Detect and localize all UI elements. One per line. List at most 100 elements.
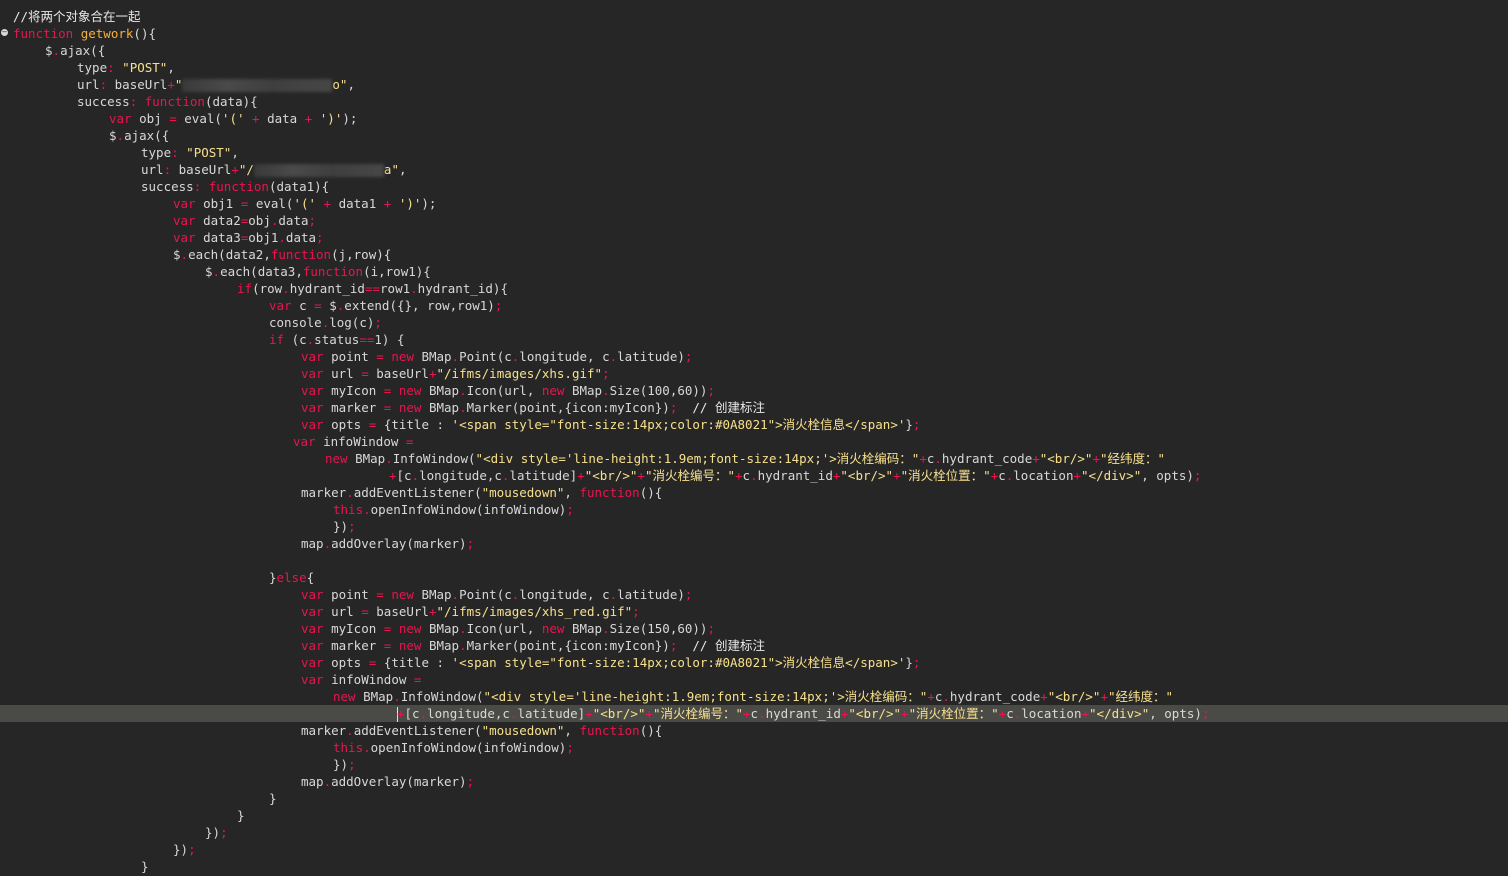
code-line[interactable]: success: function(data1){ <box>13 178 1508 195</box>
code-line[interactable]: var c = $.extend({}, row,row1); <box>13 297 1508 314</box>
code-line[interactable]: url: baseUrl+" o", <box>13 76 1508 93</box>
code-line[interactable]: var point = new BMap.Point(c.longitude, … <box>13 586 1508 603</box>
code-line[interactable]: var point = new BMap.Point(c.longitude, … <box>13 348 1508 365</box>
code-line[interactable]: }); <box>13 841 1508 858</box>
code-line[interactable]: var infoWindow = <box>13 433 1508 450</box>
code-token: "/ifms/images/xhs_red.gif" <box>436 604 633 619</box>
code-line[interactable]: $.ajax({ <box>13 42 1508 59</box>
code-token: //将两个对象合在一起 <box>13 9 141 24</box>
code-token: (){ <box>133 26 156 41</box>
code-line[interactable]: $.ajax({ <box>13 127 1508 144</box>
code-line[interactable]: if(row.hydrant_id==row1.hydrant_id){ <box>13 280 1508 297</box>
code-line[interactable]: type: "POST", <box>13 144 1508 161</box>
code-token: hydrant_id <box>289 281 365 296</box>
code-line[interactable]: var obj = eval('(' + data + ')'); <box>13 110 1508 127</box>
code-token: = <box>368 655 384 670</box>
code-token: ; <box>912 417 921 432</box>
code-token: var <box>173 196 204 211</box>
code-line[interactable]: var myIcon = new BMap.Icon(url, new BMap… <box>13 620 1508 637</box>
code-token: ; <box>316 230 324 245</box>
code-line[interactable]: this.openInfoWindow(infoWindow); <box>13 739 1508 756</box>
code-line[interactable]: +[c.longitude,c.latitude]+"<br/>"+"消火栓编号… <box>13 467 1508 484</box>
code-token: obj <box>248 213 271 228</box>
code-line[interactable]: console.log(c); <box>13 314 1508 331</box>
code-token: hydrant_id){ <box>417 281 508 296</box>
code-line[interactable]: var opts = {title : '<span style="font-s… <box>13 654 1508 671</box>
code-token: . <box>393 689 401 704</box>
code-token: '<span style="font-size:14px;color:#0A80… <box>451 417 906 432</box>
code-line[interactable]: var data2=obj.data; <box>13 212 1508 229</box>
code-line[interactable]: type: "POST", <box>13 59 1508 76</box>
code-line[interactable]: map.addOverlay(marker); <box>13 535 1508 552</box>
code-token: + <box>1081 706 1090 721</box>
code-line[interactable]: var myIcon = new BMap.Icon(url, new BMap… <box>13 382 1508 399</box>
code-line[interactable]: }else{ <box>13 569 1508 586</box>
code-token: a" <box>383 162 399 177</box>
code-line[interactable]: $.each(data2,function(j,row){ <box>13 246 1508 263</box>
code-token: "/ <box>238 162 254 177</box>
code-token: new <box>398 400 429 415</box>
code-line[interactable]: var opts = {title : '<span style="font-s… <box>13 416 1508 433</box>
code-line[interactable]: var obj1 = eval('(' + data1 + ')'); <box>13 195 1508 212</box>
code-token: longitude, c <box>519 587 610 602</box>
code-line[interactable]: var url = baseUrl+"/ifms/images/xhs.gif"… <box>13 365 1508 382</box>
code-token: (row <box>252 281 283 296</box>
code-token: infoWindow <box>323 434 406 449</box>
code-token: . <box>410 281 418 296</box>
code-token: } <box>141 859 149 874</box>
code-area[interactable]: //将两个对象合在一起 function getwork(){$.ajax({ty… <box>0 8 1508 875</box>
code-line[interactable]: success: function(data){ <box>13 93 1508 110</box>
code-line[interactable]: if (c.status==1) { <box>13 331 1508 348</box>
code-token: . <box>451 587 460 602</box>
code-token: ; <box>348 757 356 772</box>
code-line[interactable]: url: baseUrl+"/ a", <box>13 161 1508 178</box>
code-token: baseUrl <box>376 604 429 619</box>
code-token: (data){ <box>204 94 258 109</box>
code-token: : <box>129 94 145 109</box>
code-line-current[interactable]: +[c.longitude,c.latitude]+"<br/>"+"消火栓编号… <box>0 705 1508 722</box>
code-line[interactable]: var marker = new BMap.Marker(point,{icon… <box>13 637 1508 654</box>
code-editor[interactable]: − //将两个对象合在一起 function getwork(){$.ajax({… <box>0 0 1508 876</box>
code-line[interactable]: }); <box>13 756 1508 773</box>
code-line[interactable]: } <box>13 807 1508 824</box>
code-token: [c <box>396 468 412 483</box>
code-token: 1) { <box>374 332 405 347</box>
code-token: var <box>301 349 332 364</box>
code-token: ; <box>1201 706 1210 721</box>
code-token: = <box>405 434 414 449</box>
code-line[interactable]: marker.addEventListener("mousedown", fun… <box>13 722 1508 739</box>
code-line[interactable]: function getwork(){ <box>13 25 1508 42</box>
code-line[interactable]: var data3=obj1.data; <box>13 229 1508 246</box>
code-line[interactable]: map.addOverlay(marker); <box>13 773 1508 790</box>
code-token: type <box>141 145 172 160</box>
code-token: "POST" <box>122 60 168 75</box>
code-token: addEventListener( <box>353 485 482 500</box>
code-token: = <box>376 587 392 602</box>
code-line[interactable]: }); <box>13 824 1508 841</box>
code-token: = <box>361 604 377 619</box>
redacted-text <box>253 164 384 177</box>
code-line[interactable]: }); <box>13 518 1508 535</box>
code-line[interactable]: $.each(data3,function(i,row1){ <box>13 263 1508 280</box>
code-line[interactable]: var url = baseUrl+"/ifms/images/xhs_red.… <box>13 603 1508 620</box>
code-token: new <box>398 621 429 636</box>
code-line[interactable]: var marker = new BMap.Marker(point,{icon… <box>13 399 1508 416</box>
code-token: , <box>398 162 407 177</box>
code-line[interactable]: //将两个对象合在一起 <box>13 8 1508 25</box>
code-line[interactable]: new BMap.InfoWindow("<div style='line-he… <box>13 688 1508 705</box>
code-line[interactable]: } <box>13 790 1508 807</box>
code-line[interactable]: marker.addEventListener("mousedown", fun… <box>13 484 1508 501</box>
code-line[interactable]: new BMap.InfoWindow("<div style='line-he… <box>13 450 1508 467</box>
code-token: longitude,c <box>427 706 510 721</box>
code-token: . <box>602 383 610 398</box>
code-token: } <box>905 417 913 432</box>
code-token: . <box>363 740 371 755</box>
code-line[interactable] <box>13 552 1508 569</box>
code-line[interactable]: var infoWindow = <box>13 671 1508 688</box>
code-token: . <box>419 706 428 721</box>
code-line[interactable]: this.openInfoWindow(infoWindow); <box>13 501 1508 518</box>
code-token: ); <box>342 111 358 126</box>
code-line[interactable]: } <box>13 858 1508 875</box>
fold-toggle-icon[interactable]: − <box>1 29 8 36</box>
code-token: + <box>735 468 743 483</box>
